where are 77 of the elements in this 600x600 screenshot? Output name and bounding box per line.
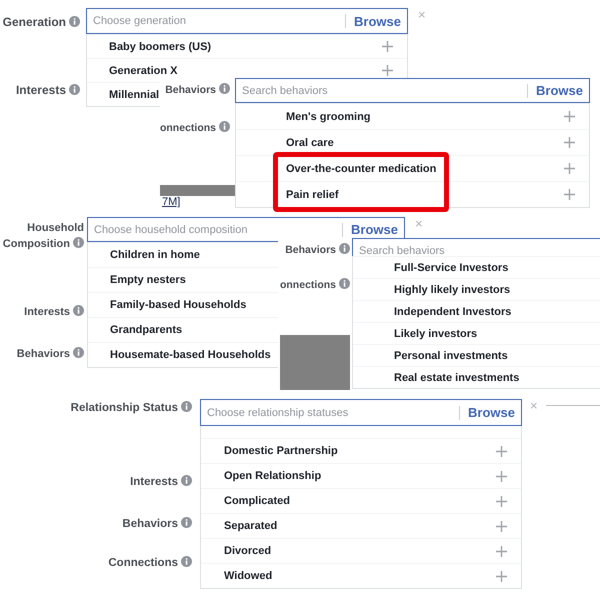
search-field[interactable]: Search behaviors Browse	[235, 78, 590, 103]
plus-icon[interactable]	[496, 470, 507, 482]
info-icon	[219, 121, 230, 132]
info-icon	[69, 84, 80, 95]
menu-item[interactable]: Widowed	[224, 570, 272, 582]
field-label: Interests	[24, 304, 84, 320]
plus-icon[interactable]	[496, 446, 507, 456]
field-label: Behaviors	[16, 346, 84, 362]
search-input[interactable]: Search behaviors	[242, 84, 524, 96]
info-icon	[339, 278, 350, 289]
info-icon	[181, 556, 192, 567]
search-field[interactable]: Choose household composition Browse	[87, 217, 405, 242]
menu-item[interactable]: Baby boomers (US)	[109, 40, 212, 52]
menu-item[interactable]: Empty nesters	[110, 274, 186, 286]
plus-icon[interactable]	[496, 570, 507, 582]
menu-item[interactable]: Pain relief	[286, 188, 339, 200]
menu-item[interactable]: Men's grooming	[286, 110, 371, 122]
menu-item[interactable]: Housemate-based Households	[110, 349, 271, 361]
plus-icon[interactable]	[564, 163, 575, 174]
menu-item[interactable]: Real estate investments	[394, 372, 520, 384]
field-label: Household Composition	[2, 221, 84, 252]
search-input[interactable]: Choose generation	[93, 15, 342, 27]
plus-icon[interactable]	[496, 496, 507, 506]
menu-item[interactable]: Complicated	[224, 495, 290, 507]
field-label: onnections	[280, 277, 350, 293]
browse-button[interactable]: Browse	[354, 14, 401, 28]
menu-item[interactable]: Family-based Households	[110, 299, 246, 311]
info-icon	[181, 517, 192, 528]
info-icon	[219, 83, 230, 94]
info-icon	[181, 475, 192, 486]
search-input[interactable]: Choose household composition	[94, 224, 338, 236]
menu-item[interactable]: Full-Service Investors	[394, 262, 508, 274]
link[interactable]: 7M]	[162, 196, 180, 209]
menu-item[interactable]: Open Relationship	[224, 470, 322, 482]
plus-icon[interactable]	[564, 111, 575, 122]
menu-item[interactable]: Divorced	[224, 545, 272, 557]
info-icon	[73, 347, 84, 358]
menu-item[interactable]: Separated	[224, 520, 278, 532]
plus-icon[interactable]	[564, 137, 575, 148]
plus-icon[interactable]	[382, 41, 393, 52]
field-label: Relationship Status	[70, 400, 192, 416]
browse-button[interactable]: Browse	[468, 405, 515, 420]
plus-icon[interactable]	[496, 546, 507, 556]
search-input[interactable]: Choose relationship statuses	[207, 406, 456, 418]
search-input[interactable]: Search behaviors	[359, 244, 600, 256]
menu-item[interactable]: Oral care	[286, 136, 334, 148]
info-icon	[181, 401, 192, 412]
browse-button[interactable]: Browse	[536, 83, 583, 98]
menu-item[interactable]: Children in home	[110, 249, 200, 261]
field-label: Interests	[130, 474, 192, 490]
image-placeholder	[280, 335, 350, 390]
menu-item[interactable]: Generation X	[109, 64, 178, 76]
menu-item[interactable]: Personal investments	[394, 350, 508, 362]
plus-icon[interactable]	[382, 65, 393, 76]
menu-item[interactable]: Millennial	[109, 88, 160, 100]
field-label: Behaviors	[285, 242, 350, 258]
menu-item[interactable]: Independent Investors	[394, 306, 512, 318]
field-label: Behaviors	[122, 516, 192, 532]
field-label: Generation	[2, 14, 80, 30]
menu-item[interactable]: Domestic Partnership	[224, 445, 338, 457]
field-label: onnections	[160, 120, 230, 136]
field-label: Connections	[108, 555, 192, 571]
menu-item[interactable]: Over-the-counter medication	[286, 162, 436, 174]
browse-button[interactable]: Browse	[351, 222, 398, 237]
info-icon	[73, 305, 84, 316]
menu-item[interactable]: Highly likely investors	[394, 284, 510, 296]
info-icon	[69, 16, 80, 27]
menu-item[interactable]: Grandparents	[110, 324, 182, 336]
plus-icon[interactable]	[496, 520, 507, 532]
field-label: Behaviors	[165, 82, 230, 98]
menu-item[interactable]: Likely investors	[394, 328, 478, 340]
plus-icon[interactable]	[564, 189, 575, 200]
info-icon	[73, 237, 84, 248]
info-icon	[339, 243, 350, 254]
search-field[interactable]: Choose relationship statuses Browse	[200, 399, 522, 426]
search-field[interactable]: Choose generation Browse	[86, 8, 408, 34]
field-label: Interests	[16, 82, 80, 98]
